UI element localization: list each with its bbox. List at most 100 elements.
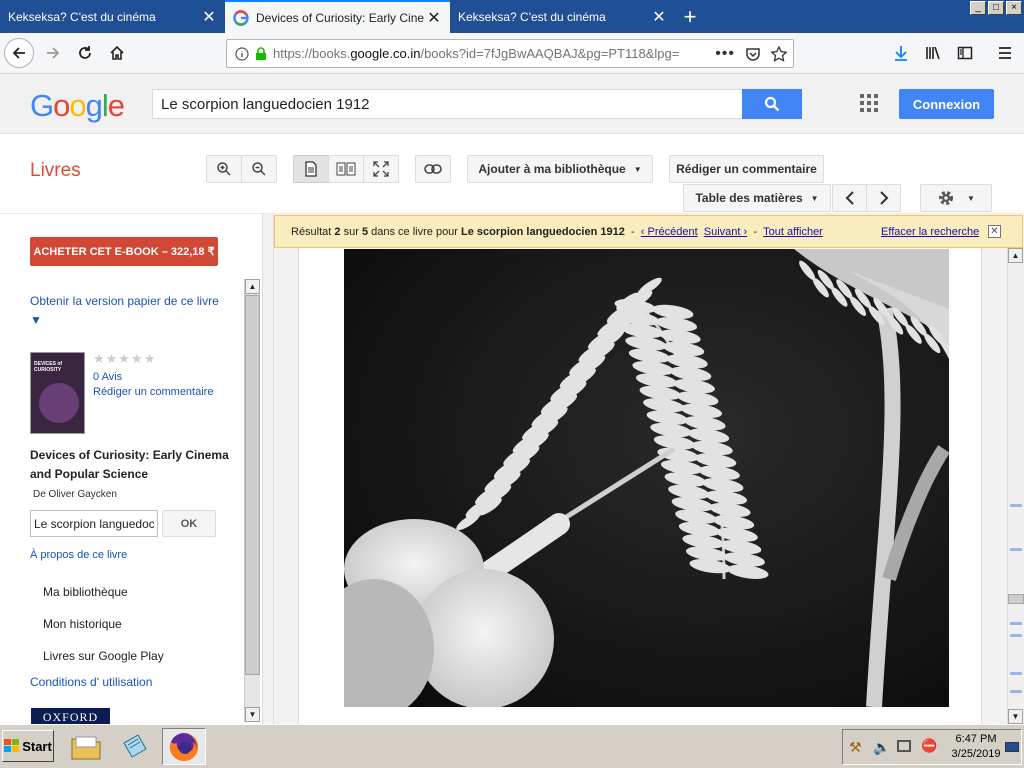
zoom-in-button[interactable] bbox=[206, 155, 242, 183]
forward-button[interactable] bbox=[38, 38, 68, 68]
more-actions-icon[interactable]: ••• bbox=[715, 45, 735, 63]
google-logo[interactable]: Google bbox=[30, 88, 125, 124]
url-text[interactable]: https://books.google.co.in/books?id=7fJg… bbox=[273, 46, 715, 61]
minimize-button[interactable]: _ bbox=[970, 1, 986, 15]
section-title[interactable]: Livres bbox=[30, 160, 81, 182]
security-alert-icon[interactable]: ⛔ bbox=[921, 738, 937, 754]
sidebar-button[interactable] bbox=[950, 38, 980, 68]
scroll-marker bbox=[1010, 672, 1022, 675]
scroll-up-arrow[interactable]: ▲ bbox=[1008, 248, 1023, 263]
viewer-scrollbar[interactable]: ▲ ▼ bbox=[1007, 248, 1024, 724]
link-button[interactable] bbox=[415, 155, 451, 183]
zoom-out-button[interactable] bbox=[241, 155, 277, 183]
scroll-thumb[interactable] bbox=[245, 295, 260, 675]
scroll-thumb[interactable] bbox=[1008, 594, 1024, 604]
next-result-link[interactable]: Suivant › bbox=[704, 226, 747, 238]
back-button[interactable] bbox=[4, 38, 34, 68]
single-page-view-button[interactable] bbox=[293, 155, 329, 183]
new-tab-icon[interactable]: + bbox=[675, 0, 705, 33]
close-icon[interactable]: ✕ bbox=[649, 7, 669, 27]
firefox-taskbar-button[interactable] bbox=[162, 728, 206, 765]
terms-link[interactable]: Conditions d' utilisation bbox=[30, 675, 152, 689]
home-icon bbox=[110, 45, 124, 60]
bookmark-star-icon[interactable] bbox=[771, 45, 787, 62]
write-review-link[interactable]: Rédiger un commentaire bbox=[93, 386, 213, 398]
lock-icon[interactable] bbox=[255, 46, 267, 61]
sidebar-item-my-history[interactable]: Mon historique bbox=[43, 617, 122, 631]
print-version-link[interactable]: Obtenir la version papier de ce livre ▼ bbox=[30, 292, 220, 330]
library-icon bbox=[926, 46, 940, 60]
url-bar[interactable]: https://books.google.co.in/books?id=7fJg… bbox=[226, 39, 794, 68]
library-button[interactable] bbox=[918, 38, 948, 68]
previous-page-button[interactable] bbox=[832, 184, 867, 212]
next-page-button[interactable] bbox=[866, 184, 901, 212]
search-ok-button[interactable]: OK bbox=[162, 510, 216, 537]
publisher-logo[interactable]: OXFORD bbox=[31, 708, 110, 724]
close-icon[interactable]: ✕ bbox=[199, 7, 219, 27]
reviews-count-link[interactable]: 0 Avis bbox=[93, 371, 122, 383]
google-search-input[interactable]: Le scorpion languedocien 1912 bbox=[152, 89, 744, 119]
network-icon[interactable] bbox=[897, 740, 911, 752]
add-to-library-label: Ajouter à ma bibliothèque bbox=[478, 162, 626, 176]
tab-devices-of-curiosity[interactable]: Devices of Curiosity: Early Cinema ✕ bbox=[225, 0, 450, 33]
google-apps-icon[interactable] bbox=[860, 94, 878, 112]
write-review-button[interactable]: Rédiger un commentaire bbox=[669, 155, 824, 183]
fullscreen-button[interactable] bbox=[363, 155, 399, 183]
zoom-out-icon bbox=[252, 162, 266, 176]
google-header: Google Le scorpion languedocien 1912 Con… bbox=[0, 74, 1024, 134]
tab-kekseksa-1[interactable]: Kekseksa? C'est du cinéma ✕ bbox=[0, 0, 225, 33]
close-window-button[interactable]: × bbox=[1006, 1, 1022, 15]
clock-date: 3/25/2019 bbox=[951, 748, 1001, 760]
volume-icon[interactable]: 🔈 bbox=[873, 739, 890, 756]
sidebar-item-google-play[interactable]: Livres sur Google Play bbox=[43, 649, 164, 663]
folder-icon bbox=[71, 736, 101, 760]
cover-art bbox=[39, 383, 79, 423]
downloads-button[interactable] bbox=[886, 38, 916, 68]
home-button[interactable] bbox=[102, 38, 132, 68]
sidebar-icon bbox=[957, 46, 973, 60]
previous-result-link[interactable]: ‹ Précédent bbox=[641, 226, 698, 238]
notepad-taskbar-button[interactable] bbox=[112, 729, 156, 765]
table-of-contents-button[interactable]: Table des matières ▼ bbox=[683, 184, 831, 212]
tab-kekseksa-2[interactable]: Kekseksa? C'est du cinéma ✕ bbox=[450, 0, 675, 33]
window-controls: _ □ × bbox=[970, 1, 1022, 15]
menu-button[interactable] bbox=[990, 38, 1020, 68]
navigation-bar: https://books.google.co.in/books?id=7fJg… bbox=[0, 33, 1024, 74]
result-middle: dans ce livre pour bbox=[371, 225, 458, 238]
close-icon[interactable]: ✕ bbox=[424, 8, 444, 28]
taskbar: Start ⚒ 🔈 ⛔ 6:47 PM 3/25/2019 bbox=[0, 724, 1024, 768]
info-icon[interactable] bbox=[235, 46, 249, 61]
gear-icon bbox=[939, 191, 954, 205]
reload-button[interactable] bbox=[70, 38, 100, 68]
pocket-icon[interactable] bbox=[745, 46, 761, 62]
chevron-left-icon bbox=[845, 191, 854, 205]
start-button[interactable]: Start bbox=[2, 730, 54, 762]
sign-in-button[interactable]: Connexion bbox=[899, 89, 994, 119]
result-current: 2 bbox=[334, 225, 341, 238]
sidebar-item-my-library[interactable]: Ma bibliothèque bbox=[43, 585, 128, 599]
maximize-button[interactable]: □ bbox=[988, 1, 1004, 15]
clock[interactable]: 6:47 PM 3/25/2019 bbox=[947, 732, 1005, 762]
show-all-link[interactable]: Tout afficher bbox=[763, 226, 823, 238]
scroll-up-arrow[interactable]: ▲ bbox=[245, 279, 260, 294]
close-icon[interactable]: ✕ bbox=[988, 225, 1001, 238]
add-to-library-button[interactable]: Ajouter à ma bibliothèque ▼ bbox=[467, 155, 653, 183]
google-search-button[interactable] bbox=[742, 89, 802, 119]
about-book-link[interactable]: À propos de ce livre bbox=[30, 549, 127, 561]
clear-search-link[interactable]: Effacer la recherche bbox=[881, 226, 979, 238]
left-panel-scrollbar[interactable]: ▲ ▼ bbox=[244, 279, 260, 722]
hamburger-menu-icon bbox=[999, 47, 1011, 59]
scroll-down-arrow[interactable]: ▼ bbox=[1008, 709, 1023, 724]
tool-icon[interactable]: ⚒ bbox=[849, 739, 862, 756]
two-page-view-button[interactable] bbox=[328, 155, 364, 183]
settings-button[interactable]: ▼ bbox=[920, 184, 992, 212]
app-window: Kekseksa? C'est du cinéma ✕ Devices of C… bbox=[0, 0, 1024, 768]
firefox-icon bbox=[170, 732, 199, 761]
search-in-book-input[interactable] bbox=[30, 510, 158, 537]
panel-divider[interactable] bbox=[262, 214, 274, 724]
file-explorer-taskbar-button[interactable] bbox=[64, 729, 108, 765]
book-cover[interactable]: DEVICES of CURIOSITY bbox=[30, 352, 85, 434]
buy-ebook-button[interactable]: ACHETER CET E-BOOK – 322,18 ₹ bbox=[30, 237, 218, 266]
scroll-down-arrow[interactable]: ▼ bbox=[245, 707, 260, 722]
show-desktop-icon[interactable] bbox=[1005, 742, 1019, 752]
